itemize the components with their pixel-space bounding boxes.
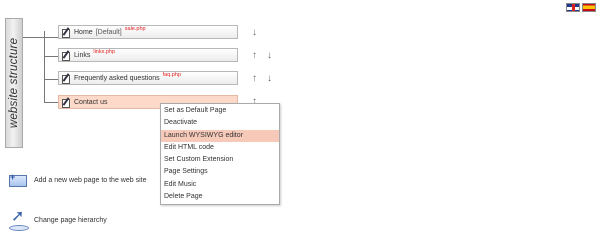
page-row-home[interactable]: Home [Default] sale.php [58,25,238,39]
change-hierarchy-action[interactable]: ➚ Change page hierarchy [9,209,107,231]
page-label[interactable]: Home [74,29,93,36]
language-selector [566,3,596,12]
edit-page-icon[interactable] [61,50,71,61]
tree-connector [44,31,45,102]
default-tag: [Default] [95,28,122,36]
edit-page-icon[interactable] [61,97,71,108]
add-page-action[interactable]: + Add a new web page to the web site [9,173,146,188]
page-filename: links.php [93,49,116,55]
move-up-arrow[interactable]: ↑ [252,74,257,84]
edit-page-icon[interactable] [61,27,71,38]
menu-item-delete-page[interactable]: Delete Page [161,191,279,203]
tree-connector [23,37,58,38]
menu-item-set-default[interactable]: Set as Default Page [161,105,279,117]
move-down-arrow[interactable]: ↓ [267,74,272,84]
edit-page-icon[interactable] [61,73,71,84]
add-page-label[interactable]: Add a new web page to the web site [34,177,146,184]
move-down-arrow[interactable]: ↓ [252,28,257,38]
tree-connector [44,56,58,57]
menu-item-launch-wysiwyg[interactable]: Launch WYSIWYG editor [161,129,279,142]
tree-connector [44,79,58,80]
menu-item-edit-music[interactable]: Edit Music [161,179,279,191]
tree-connector [44,102,58,103]
page-filename: faq.php [162,72,181,78]
spanish-flag-icon[interactable] [582,3,596,12]
change-hierarchy-label[interactable]: Change page hierarchy [34,217,107,224]
page: { "languages": [ {"name": "english-flag-… [0,0,600,240]
website-structure-text: website structure [8,37,20,129]
move-down-arrow[interactable]: ↓ [267,51,272,61]
page-row-links[interactable]: Links links.php [58,48,238,62]
move-up-arrow[interactable]: ↑ [252,51,257,61]
page-label[interactable]: Links [74,52,90,59]
page-label[interactable]: Contact us [74,99,107,106]
menu-item-edit-html[interactable]: Edit HTML code [161,142,279,154]
menu-item-custom-extension[interactable]: Set Custom Extension [161,154,279,166]
menu-item-deactivate[interactable]: Deactivate [161,117,279,129]
page-filename: sale.php [124,26,146,32]
hierarchy-icon[interactable]: ➚ [9,209,29,231]
page-context-menu: Set as Default Page Deactivate Launch WY… [160,103,280,206]
page-row-faq[interactable]: Frequently asked questions faq.php [58,71,238,85]
add-page-icon[interactable]: + [9,173,29,188]
page-label[interactable]: Frequently asked questions [74,75,160,82]
english-flag-icon[interactable] [566,3,580,12]
menu-item-page-settings[interactable]: Page Settings [161,166,279,178]
website-structure-label: website structure [5,18,23,148]
